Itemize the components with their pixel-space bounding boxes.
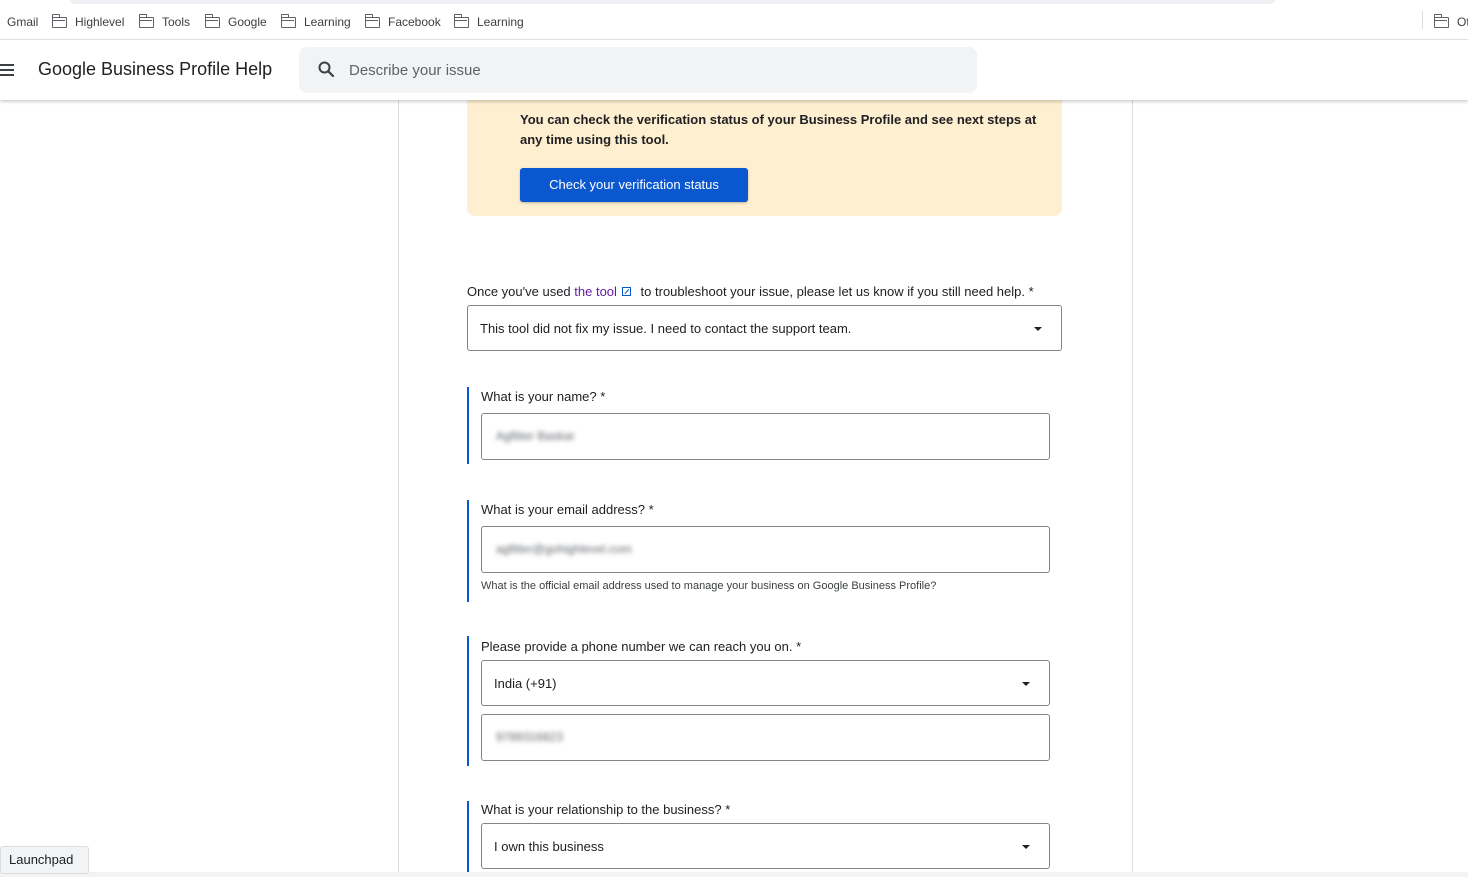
bookmark-learning-2[interactable]: Learning (453, 13, 524, 30)
name-group-indicator (467, 387, 469, 464)
country-code-value: India (+91) (494, 676, 557, 691)
folder-icon (364, 13, 380, 28)
bookmark-tools[interactable]: Tools (138, 13, 191, 30)
search-box[interactable] (299, 47, 977, 93)
verification-banner: You can check the verification status of… (467, 100, 1062, 216)
bookmarks-divider (1422, 11, 1423, 29)
bookmark-label: Gmail (7, 15, 39, 29)
tool-question-prefix: Once you've used (467, 284, 575, 299)
relationship-value: I own this business (494, 839, 604, 854)
the-tool-link[interactable]: the tool (574, 284, 617, 299)
email-group-indicator (467, 500, 469, 602)
bookmark-highlevel[interactable]: Highlevel (51, 13, 125, 30)
folder-icon (51, 13, 67, 28)
email-helper-text: What is the official email address used … (481, 580, 937, 592)
relationship-label: What is your relationship to the busines… (481, 802, 731, 817)
relationship-select[interactable]: I own this business (481, 823, 1050, 869)
email-field[interactable]: agfitter@gohighlevel.com (481, 526, 1050, 573)
name-field[interactable]: Agfitter Baskar (481, 413, 1050, 460)
bookmark-label: Highlevel (75, 15, 125, 29)
folder-icon (1433, 13, 1449, 28)
phone-field[interactable]: 9789316823 (481, 714, 1050, 761)
name-value: Agfitter Baskar (496, 429, 575, 443)
dropdown-arrow-icon (1022, 845, 1030, 849)
external-link-icon[interactable] (621, 287, 631, 296)
relationship-group-indicator (467, 801, 469, 877)
search-input[interactable] (349, 47, 949, 93)
banner-text: You can check the verification status of… (520, 112, 1037, 147)
check-verification-status-button[interactable]: Check your verification status (520, 168, 748, 202)
bookmark-other[interactable]: Ot (1433, 13, 1468, 30)
phone-group-indicator (467, 636, 469, 766)
bookmark-learning[interactable]: Learning (280, 13, 351, 30)
dropdown-arrow-icon (1034, 327, 1042, 331)
bookmark-label: Google (228, 15, 267, 29)
launchpad-tooltip: Launchpad (0, 846, 89, 874)
country-code-select[interactable]: India (+91) (481, 660, 1050, 706)
email-value: agfitter@gohighlevel.com (496, 542, 632, 556)
folder-icon (204, 13, 220, 28)
phone-label: Please provide a phone number we can rea… (481, 639, 802, 654)
bookmark-label: Facebook (388, 15, 441, 29)
dropdown-arrow-icon (1022, 682, 1030, 686)
folder-icon (453, 13, 469, 28)
tool-question-suffix: to troubleshoot your issue, please let u… (636, 284, 1034, 299)
tool-result-value: This tool did not fix my issue. I need t… (480, 321, 852, 336)
bookmark-google[interactable]: Google (204, 13, 267, 30)
bookmark-label: Learning (304, 15, 351, 29)
tool-result-select[interactable]: This tool did not fix my issue. I need t… (467, 305, 1062, 351)
bookmark-label: Learning (477, 15, 524, 29)
name-label: What is your name? * (481, 389, 606, 404)
bookmark-facebook[interactable]: Facebook (364, 13, 441, 30)
bookmark-label: Ot (1457, 15, 1468, 29)
bookmarks-bar: Gmail Highlevel Tools Google Learning Fa… (0, 0, 1468, 40)
email-label: What is your email address? * (481, 502, 654, 517)
tool-question-label: Once you've used the tool to troubleshoo… (467, 284, 1034, 299)
folder-icon (280, 13, 296, 28)
help-center-header: Google Business Profile Help (0, 40, 1468, 100)
menu-icon[interactable] (0, 64, 14, 76)
address-bar-edge (70, 0, 1275, 4)
browser-bottom-edge (0, 872, 1468, 877)
phone-value: 9789316823 (496, 730, 563, 744)
site-title[interactable]: Google Business Profile Help (38, 59, 272, 80)
folder-icon (138, 13, 154, 28)
search-icon[interactable] (318, 61, 334, 77)
bookmark-label: Tools (162, 15, 191, 29)
bookmark-gmail[interactable]: Gmail (7, 14, 38, 30)
